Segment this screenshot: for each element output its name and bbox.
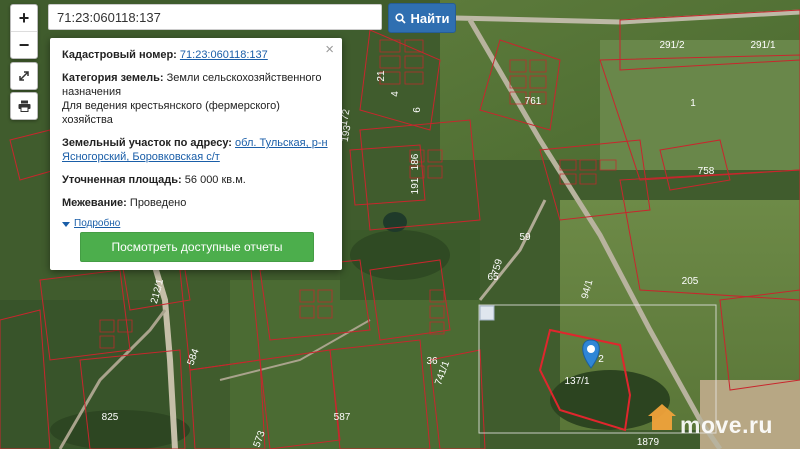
watermark-text: move.ru [680,412,773,438]
parcel-label: 137/1 [564,376,589,387]
land-category-row: Категория земель: Земли сельскохозяйстве… [62,71,330,127]
survey-label: Межевание: [62,197,127,209]
parcel-label: 191 [410,177,421,194]
parcel-label: 186 [410,153,421,170]
expand-icon [19,71,29,81]
cadastral-search-input[interactable] [48,4,382,30]
area-value: 56 000 кв.м. [184,174,246,186]
view-reports-button[interactable]: Посмотреть доступные отчеты [80,232,314,262]
search-icon [394,12,406,24]
land-category-label: Категория земель: [62,72,164,84]
parcel-info-popup: × Кадастровый номер: 71:23:060118:137 Ка… [50,38,342,270]
zoom-out-button[interactable]: − [11,31,37,58]
survey-value: Проведено [129,197,187,209]
parcel-label: 205 [682,276,699,287]
fullscreen-button[interactable] [10,62,38,90]
parcel-label: 1 [690,98,696,109]
parcel-label: 6 [412,107,423,113]
zoom-in-button[interactable]: + [11,5,37,31]
parcel-label: 291/2 [659,40,684,51]
cadastral-number-label: Кадастровый номер: [62,49,177,61]
parcel-label: 758 [698,166,715,177]
printer-icon [18,100,30,112]
details-label: Подробно [74,218,121,229]
address-label: Земельный участок по адресу: [62,137,232,149]
details-toggle[interactable]: Подробно [62,217,330,231]
parcel-label: 2 [598,354,604,365]
parcel-label: 291/1 [750,40,775,51]
survey-row: Межевание: Проведено [62,196,330,210]
find-button[interactable]: Найти [388,3,456,33]
cadastral-number-link[interactable]: 71:23:060118:137 [180,49,268,61]
land-usage-value: Для ведения крестьянского (фермерского) … [62,100,280,126]
print-button[interactable] [10,92,38,120]
caret-down-icon [62,221,70,227]
close-icon[interactable]: × [325,42,334,57]
parcel-label: 4 [390,91,401,97]
address-row: Земельный участок по адресу: обл. Тульск… [62,136,330,164]
area-label: Уточненная площадь: [62,174,182,186]
cadastral-number-row: Кадастровый номер: 71:23:060118:137 [62,48,330,62]
parcel-label: 36 [426,356,438,367]
parcel-label: 65 [487,272,499,283]
parcel-label: 21 [376,70,387,82]
zoom-control: + − [10,4,38,59]
find-button-label: Найти [410,10,450,26]
parcel-label: 825 [102,412,119,423]
parcel-label: 59 [519,232,531,243]
parcel-label: 1879 [637,437,660,448]
area-row: Уточненная площадь: 56 000 кв.м. [62,173,330,187]
parcel-label: 587 [334,412,351,423]
parcel-label: 761 [525,96,542,107]
